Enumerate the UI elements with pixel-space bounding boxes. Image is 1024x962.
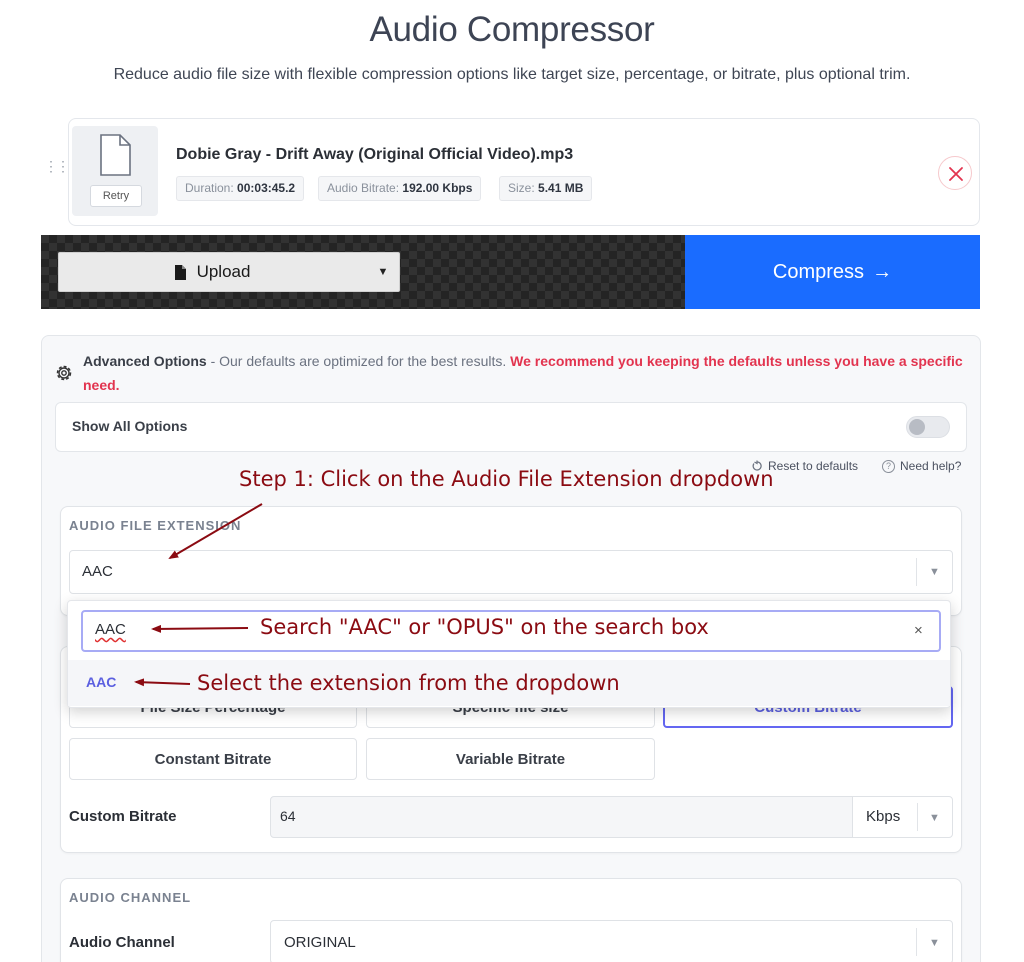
size-value: 5.41 MB bbox=[538, 181, 584, 195]
bitrate-unit-value: Kbps bbox=[866, 808, 901, 825]
bitrate-badge: Audio Bitrate: 192.00 Kbps bbox=[318, 176, 482, 201]
audio-extension-select[interactable] bbox=[69, 550, 953, 594]
compress-button[interactable]: Compress → bbox=[685, 235, 980, 309]
audio-channel-section-label: AUDIO CHANNEL bbox=[69, 890, 192, 905]
page-subtitle: Reduce audio file size with flexible com… bbox=[113, 66, 911, 83]
advanced-options-note: - Our defaults are optimized for the bes… bbox=[206, 353, 511, 369]
help-icon: ? bbox=[882, 459, 895, 473]
audio-channel-select[interactable] bbox=[270, 920, 953, 962]
caret-down-icon: ▼ bbox=[929, 937, 940, 949]
reset-label: Reset to defaults bbox=[768, 459, 859, 473]
bitrate-value: 192.00 Kbps bbox=[402, 181, 473, 195]
select-divider bbox=[916, 928, 917, 956]
variable-bitrate-button[interactable]: Variable Bitrate bbox=[366, 738, 655, 780]
caret-down-icon: ▼ bbox=[929, 566, 940, 578]
file-card bbox=[68, 118, 980, 226]
upload-label: Upload bbox=[196, 262, 251, 281]
show-all-options-row bbox=[55, 402, 967, 452]
constant-bitrate-button[interactable]: Constant Bitrate bbox=[69, 738, 357, 780]
file-name: Dobie Gray - Drift Away (Original Offici… bbox=[176, 146, 574, 163]
caret-down-icon: ▼ bbox=[377, 266, 389, 278]
annotation-select-hint: Select the extension from the dropdown bbox=[197, 671, 620, 695]
size-label: Size: bbox=[508, 181, 535, 195]
remove-file-button[interactable] bbox=[938, 156, 972, 190]
caret-down-icon: ▼ bbox=[929, 812, 940, 824]
extension-option-label: AAC bbox=[86, 674, 117, 690]
document-icon bbox=[100, 134, 131, 176]
show-all-options-label: Show All Options bbox=[72, 418, 188, 434]
annotation-step1: Step 1: Click on the Audio File Extensio… bbox=[239, 467, 774, 491]
compress-label: Compress bbox=[772, 260, 865, 283]
help-label: Need help? bbox=[900, 459, 962, 473]
close-icon bbox=[949, 167, 963, 181]
bitrate-label: Audio Bitrate: bbox=[327, 181, 400, 195]
duration-badge: Duration: 00:03:45.2 bbox=[176, 176, 305, 201]
advanced-options-description: Advanced Options - Our defaults are opti… bbox=[83, 349, 963, 397]
retry-button[interactable]: Retry bbox=[90, 185, 142, 207]
duration-label: Duration: bbox=[185, 181, 234, 195]
audio-extension-section-label: AUDIO FILE EXTENSION bbox=[69, 518, 242, 533]
arrow-right-icon: → bbox=[872, 260, 893, 283]
audio-channel-value: ORIGINAL bbox=[284, 934, 356, 951]
custom-bitrate-label: Custom Bitrate bbox=[69, 808, 177, 825]
advanced-options-title: Advanced Options bbox=[83, 353, 207, 369]
clear-search-icon[interactable]: × bbox=[914, 622, 923, 639]
need-help-link[interactable]: ? Need help? bbox=[882, 459, 961, 473]
audio-extension-value: AAC bbox=[82, 563, 113, 580]
upload-dropdown-button[interactable]: ▼ bbox=[366, 252, 400, 292]
file-upload-icon bbox=[174, 264, 186, 280]
upload-button[interactable]: Upload bbox=[58, 252, 366, 292]
duration-value: 00:03:45.2 bbox=[237, 181, 296, 195]
audio-channel-label: Audio Channel bbox=[69, 934, 175, 951]
toggle-knob bbox=[909, 419, 925, 435]
select-divider bbox=[917, 803, 918, 831]
select-divider bbox=[916, 558, 917, 586]
extension-search-value: AAC bbox=[95, 621, 126, 638]
custom-bitrate-input[interactable] bbox=[270, 796, 853, 838]
size-badge: Size: 5.41 MB bbox=[499, 176, 593, 201]
gear-icon bbox=[56, 365, 72, 381]
page-title: Audio Compressor bbox=[369, 10, 655, 49]
drag-handle-icon[interactable]: ⋮⋮ bbox=[44, 159, 70, 173]
annotation-search-hint: Search "AAC" or "OPUS" on the search box bbox=[260, 615, 709, 639]
custom-bitrate-value: 64 bbox=[280, 808, 296, 824]
